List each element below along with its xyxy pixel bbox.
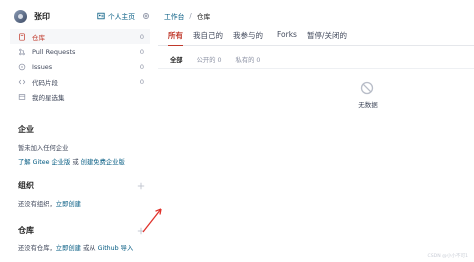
enterprise-section-title: 企业 [18, 125, 34, 134]
sidebar-menu: 仓库 0 Pull Requests 0 Issues 0 代码片段 0 我的星… [10, 29, 150, 104]
tab-forks[interactable]: Forks [277, 30, 297, 46]
repository-empty-text: 还没有仓库， [18, 245, 56, 252]
sidebar-item-issues[interactable]: Issues 0 [10, 59, 150, 74]
organization-section-title: 组织 [18, 181, 34, 190]
enterprise-or-text: 或 [72, 159, 79, 166]
tab-all[interactable]: 所有 [168, 30, 183, 46]
no-data-icon [360, 81, 374, 95]
tab-mine[interactable]: 我自己的 [193, 30, 223, 46]
tab-participated[interactable]: 我参与的 [233, 30, 263, 46]
subtab-label: 私有的 [235, 57, 255, 64]
issues-icon [18, 63, 26, 70]
sidebar-item-pull-requests[interactable]: Pull Requests 0 [10, 44, 150, 59]
organization-empty-text: 还没有组织， [18, 201, 56, 208]
learn-enterprise-link[interactable]: 了解 Gitee 企业版 [18, 159, 70, 166]
organization-empty-row: 还没有组织，立即创建 [18, 199, 81, 208]
subtab-count: 0 [256, 57, 261, 64]
sidebar-item-label: Issues [32, 62, 53, 71]
sidebar-item-label: 我的星选集 [32, 93, 65, 102]
create-enterprise-link[interactable]: 创建免费企业版 [81, 159, 125, 166]
repository-or-text: 或从 [80, 245, 98, 252]
sidebar-item-code-snippets[interactable]: 代码片段 0 [10, 74, 150, 89]
gear-icon[interactable] [142, 12, 150, 20]
empty-state-text: 无数据 [358, 101, 378, 109]
main-content: 工作台 / 仓库 所有 我自己的 我参与的 Forks 暂停/关闭的 全部 公开… [158, 0, 474, 262]
sidebar: 张印 个人主页 仓库 0 Pull Requests 0 Issues 0 代码… [0, 0, 162, 262]
breadcrumb-separator: / [189, 12, 192, 20]
repository-empty-row: 还没有仓库，立即创建 或从 Github 导入 [18, 243, 133, 252]
personal-homepage-link[interactable]: 个人主页 [97, 11, 135, 21]
enterprise-links: 了解 Gitee 企业版 或 创建免费企业版 [18, 157, 125, 166]
sidebar-item-label: 代码片段 [32, 78, 58, 87]
repo-icon [19, 32, 25, 41]
subtab-private[interactable]: 私有的 0 [236, 55, 261, 64]
username[interactable]: 张印 [34, 11, 50, 22]
breadcrumb-workbench[interactable]: 工作台 [164, 11, 184, 21]
subtab-count: 0 [217, 57, 222, 64]
create-repository-link[interactable]: 立即创建 [56, 245, 81, 252]
enterprise-empty-text: 暂未加入任何企业 [18, 145, 69, 152]
repository-section-title: 仓库 [18, 226, 34, 235]
breadcrumb-current: 仓库 [196, 13, 211, 21]
sidebar-item-star-collections[interactable]: 我的星选集 [10, 89, 150, 104]
sidebar-item-count: 0 [139, 77, 144, 86]
create-organization-link[interactable]: 立即创建 [56, 201, 81, 208]
tab-paused-closed[interactable]: 暂停/关闭的 [307, 30, 347, 46]
add-organization-icon[interactable] [137, 182, 145, 190]
repo-filter-tabs: 所有 我自己的 我参与的 Forks 暂停/关闭的 [158, 30, 474, 46]
breadcrumb: 工作台 / 仓库 [164, 11, 210, 21]
code-snippet-icon [18, 79, 26, 84]
sidebar-item-label: Pull Requests [32, 47, 76, 56]
visibility-filter: 全部 公开的 0 私有的 0 [170, 55, 274, 64]
sidebar-item-count: 0 [139, 62, 144, 71]
subtab-public[interactable]: 公开的 0 [197, 55, 222, 64]
subtab-label: 公开的 [196, 57, 216, 64]
sidebar-item-repositories[interactable]: 仓库 0 [10, 29, 150, 44]
personal-homepage-label: 个人主页 [107, 13, 135, 21]
star-collection-icon [18, 93, 26, 100]
subtab-all[interactable]: 全部 [170, 55, 183, 64]
user-header: 张印 个人主页 [14, 8, 150, 24]
pull-request-icon [19, 48, 25, 55]
divider [158, 68, 474, 69]
avatar[interactable] [14, 9, 27, 23]
homepage-icon [97, 12, 105, 20]
watermark: CSDN @小小不可1 [427, 254, 468, 259]
sidebar-item-count: 0 [139, 47, 144, 56]
sidebar-item-label: 仓库 [32, 33, 45, 42]
import-from-github-link[interactable]: Github 导入 [98, 245, 134, 252]
sidebar-item-count: 0 [139, 32, 144, 41]
